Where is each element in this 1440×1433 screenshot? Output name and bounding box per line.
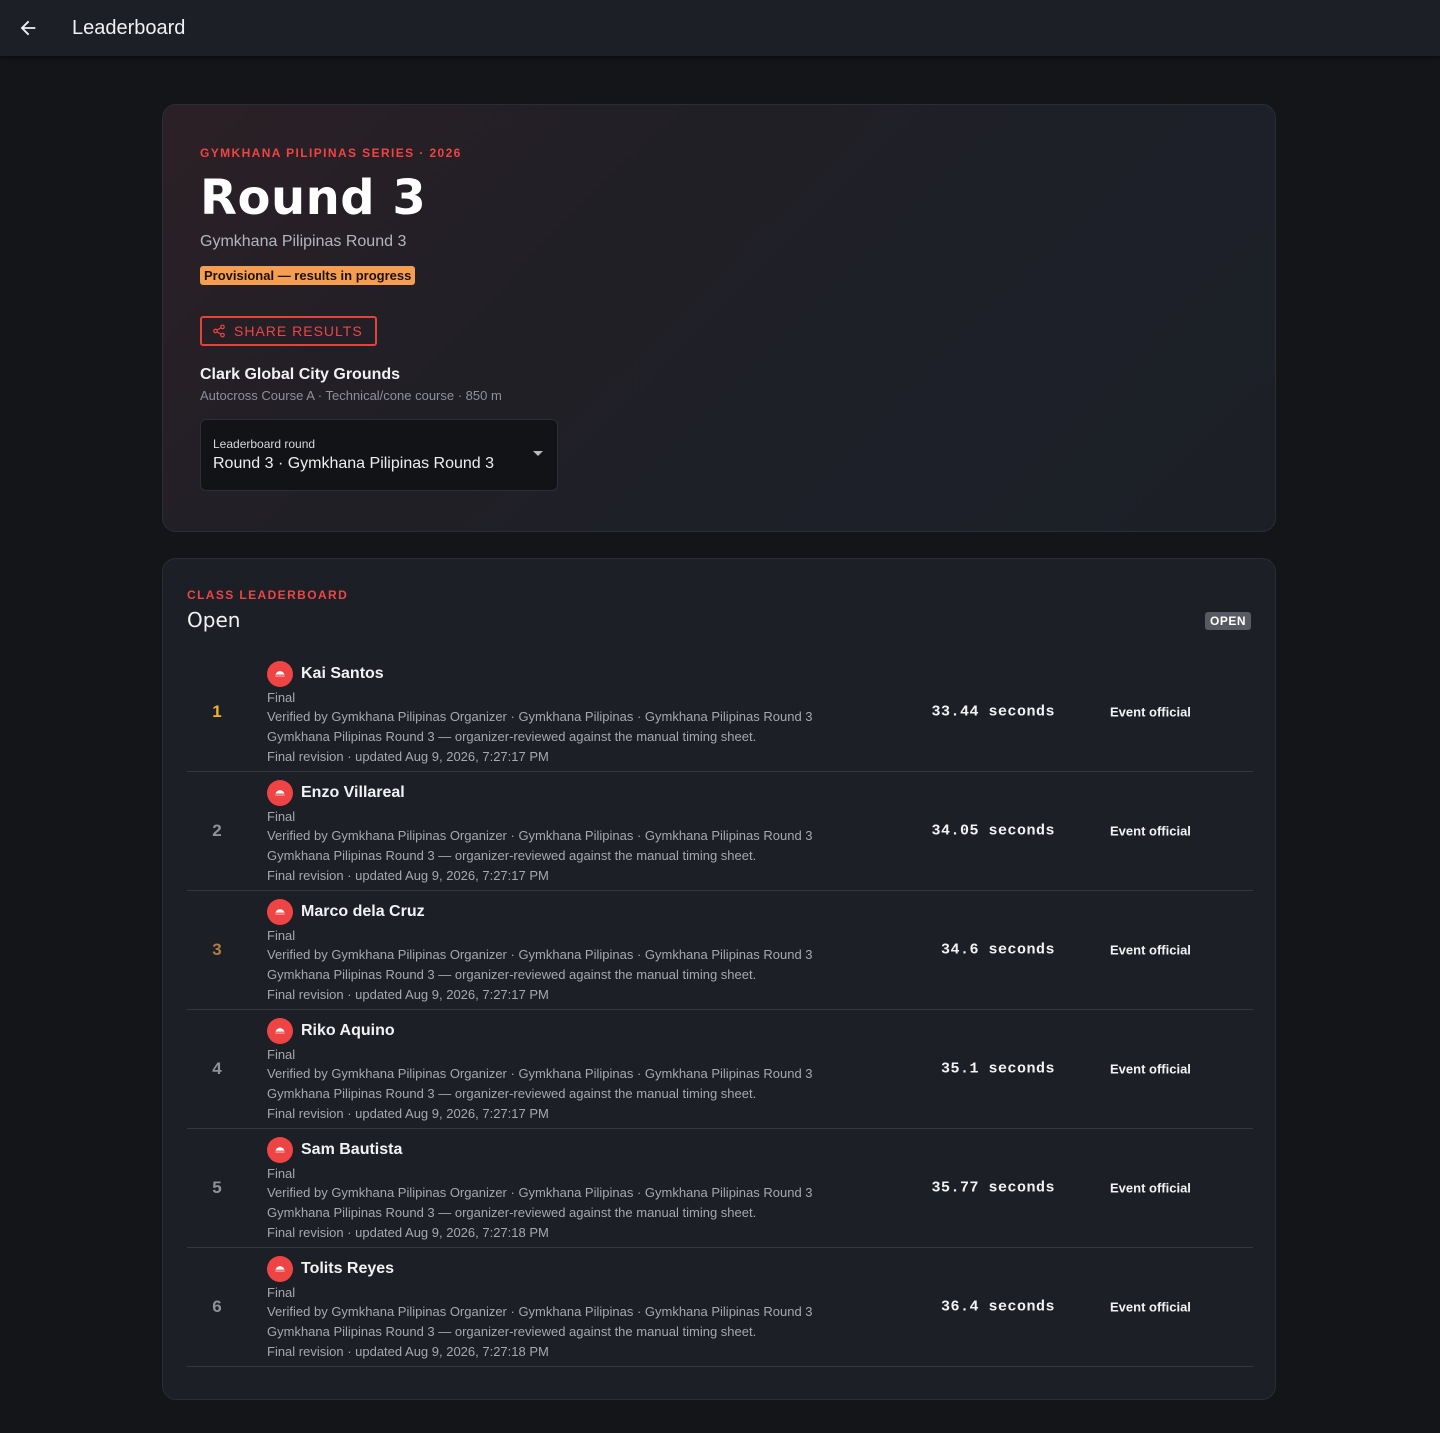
- driver-name: Marco dela Cruz: [301, 903, 425, 920]
- run-time: 36.4 seconds: [940, 1298, 1055, 1316]
- leaderboard-round-select[interactable]: Leaderboard round Round 3 · Gymkhana Pil…: [200, 419, 558, 491]
- revision-info: Final revision · updated Aug 9, 2026, 7:…: [267, 987, 549, 1002]
- run-time: 34.6 seconds: [940, 941, 1055, 959]
- leaderboard-row[interactable]: 6 Tolits Reyes Final Verified by Gymkhan…: [187, 1248, 1253, 1367]
- round-subtitle: Gymkhana Pilipinas Round 3: [200, 233, 407, 250]
- result-status: Final: [267, 1166, 296, 1181]
- helmet-icon: [267, 1256, 293, 1282]
- driver-name: Sam Bautista: [301, 1141, 403, 1158]
- helmet-icon: [267, 661, 293, 687]
- driver-info: Kai Santos Final Verified by Gymkhana Pi…: [267, 661, 813, 767]
- verification-text: Verified by Gymkhana Pilipinas Organizer…: [267, 947, 813, 962]
- driver-info: Sam Bautista Final Verified by Gymkhana …: [267, 1137, 813, 1243]
- share-results-button[interactable]: SHARE RESULTS: [200, 316, 377, 346]
- app-bar: Leaderboard: [0, 0, 1440, 56]
- arrow-left-icon: [20, 20, 36, 36]
- driver-name: Enzo Villareal: [301, 784, 405, 801]
- driver-info: Enzo Villareal Final Verified by Gymkhan…: [267, 780, 813, 886]
- back-button[interactable]: [0, 0, 56, 56]
- revision-info: Final revision · updated Aug 9, 2026, 7:…: [267, 1225, 549, 1240]
- share-icon: [213, 324, 225, 338]
- helmet-icon: [267, 1018, 293, 1044]
- round-title: Round 3: [200, 170, 427, 226]
- class-name: Open: [187, 608, 241, 632]
- rank-number: 4: [212, 1059, 222, 1078]
- leaderboard-row[interactable]: 2 Enzo Villareal Final Verified by Gymkh…: [187, 772, 1253, 891]
- venue-name: Clark Global City Grounds: [200, 366, 401, 383]
- helmet-icon: [267, 899, 293, 925]
- leaderboard-row[interactable]: 3 Marco dela Cruz Final Verified by Gymk…: [187, 891, 1253, 1010]
- revision-info: Final revision · updated Aug 9, 2026, 7:…: [267, 868, 549, 883]
- review-note: Gymkhana Pilipinas Round 3 — organizer-r…: [267, 1086, 757, 1101]
- revision-info: Final revision · updated Aug 9, 2026, 7:…: [267, 1344, 549, 1359]
- leaderboard-row[interactable]: 1 Kai Santos Final Verified by Gymkhana …: [187, 653, 1253, 772]
- review-note: Gymkhana Pilipinas Round 3 — organizer-r…: [267, 729, 757, 744]
- result-source: Event official: [1110, 704, 1191, 720]
- verification-text: Verified by Gymkhana Pilipinas Organizer…: [267, 828, 813, 843]
- provisional-status-badge: Provisional — results in progress: [200, 266, 416, 285]
- verification-text: Verified by Gymkhana Pilipinas Organizer…: [267, 1304, 813, 1319]
- result-status: Final: [267, 1285, 296, 1300]
- round-select-label: Leaderboard round: [213, 437, 316, 451]
- leaderboard-row[interactable]: 5 Sam Bautista Final Verified by Gymkhan…: [187, 1129, 1253, 1248]
- helmet-icon: [267, 1137, 293, 1163]
- result-source: Event official: [1110, 1299, 1191, 1315]
- rank-number: 3: [212, 940, 222, 959]
- driver-info: Riko Aquino Final Verified by Gymkhana P…: [267, 1018, 813, 1124]
- run-time: 34.05 seconds: [931, 822, 1055, 840]
- result-source: Event official: [1110, 823, 1191, 839]
- class-status-chip: OPEN: [1204, 612, 1251, 630]
- driver-info: Tolits Reyes Final Verified by Gymkhana …: [267, 1256, 813, 1362]
- run-time: 35.77 seconds: [931, 1179, 1055, 1197]
- result-source: Event official: [1110, 942, 1191, 958]
- leaderboard-row[interactable]: 4 Riko Aquino Final Verified by Gymkhana…: [187, 1010, 1253, 1129]
- result-status: Final: [267, 1047, 296, 1062]
- review-note: Gymkhana Pilipinas Round 3 — organizer-r…: [267, 967, 757, 982]
- driver-name: Tolits Reyes: [301, 1260, 395, 1277]
- driver-name: Kai Santos: [301, 665, 384, 682]
- result-status: Final: [267, 809, 296, 824]
- verification-text: Verified by Gymkhana Pilipinas Organizer…: [267, 709, 813, 724]
- run-time: 33.44 seconds: [931, 703, 1055, 721]
- helmet-icon: [267, 780, 293, 806]
- review-note: Gymkhana Pilipinas Round 3 — organizer-r…: [267, 1205, 757, 1220]
- review-note: Gymkhana Pilipinas Round 3 — organizer-r…: [267, 1324, 757, 1339]
- venue-description: Autocross Course A · Technical/cone cour…: [200, 388, 502, 403]
- round-hero-card: GYMKHANA PILIPINAS SERIES · 2026 Round 3…: [162, 104, 1276, 532]
- class-leaderboard-card: CLASS LEADERBOARD Open OPEN 1 Kai Santos…: [162, 558, 1276, 1400]
- revision-info: Final revision · updated Aug 9, 2026, 7:…: [267, 749, 549, 764]
- result-status: Final: [267, 928, 296, 943]
- share-results-label: SHARE RESULTS: [234, 323, 363, 339]
- result-source: Event official: [1110, 1061, 1191, 1077]
- caret-down-icon: [533, 451, 543, 456]
- rank-number: 5: [212, 1178, 222, 1197]
- page-title: Leaderboard: [72, 16, 186, 39]
- rank-number: 2: [212, 821, 222, 840]
- run-time: 35.1 seconds: [940, 1060, 1055, 1078]
- result-status: Final: [267, 690, 296, 705]
- leaderboard-list: 1 Kai Santos Final Verified by Gymkhana …: [187, 653, 1253, 1367]
- round-select-value: Round 3 · Gymkhana Pilipinas Round 3: [213, 455, 495, 472]
- class-leaderboard-eyebrow: CLASS LEADERBOARD: [187, 588, 349, 602]
- series-eyebrow: GYMKHANA PILIPINAS SERIES · 2026: [200, 146, 462, 160]
- driver-info: Marco dela Cruz Final Verified by Gymkha…: [267, 899, 813, 1005]
- revision-info: Final revision · updated Aug 9, 2026, 7:…: [267, 1106, 549, 1121]
- verification-text: Verified by Gymkhana Pilipinas Organizer…: [267, 1066, 813, 1081]
- rank-number: 1: [212, 702, 222, 721]
- driver-name: Riko Aquino: [301, 1022, 395, 1039]
- result-source: Event official: [1110, 1180, 1191, 1196]
- verification-text: Verified by Gymkhana Pilipinas Organizer…: [267, 1185, 813, 1200]
- review-note: Gymkhana Pilipinas Round 3 — organizer-r…: [267, 848, 757, 863]
- rank-number: 6: [212, 1297, 222, 1316]
